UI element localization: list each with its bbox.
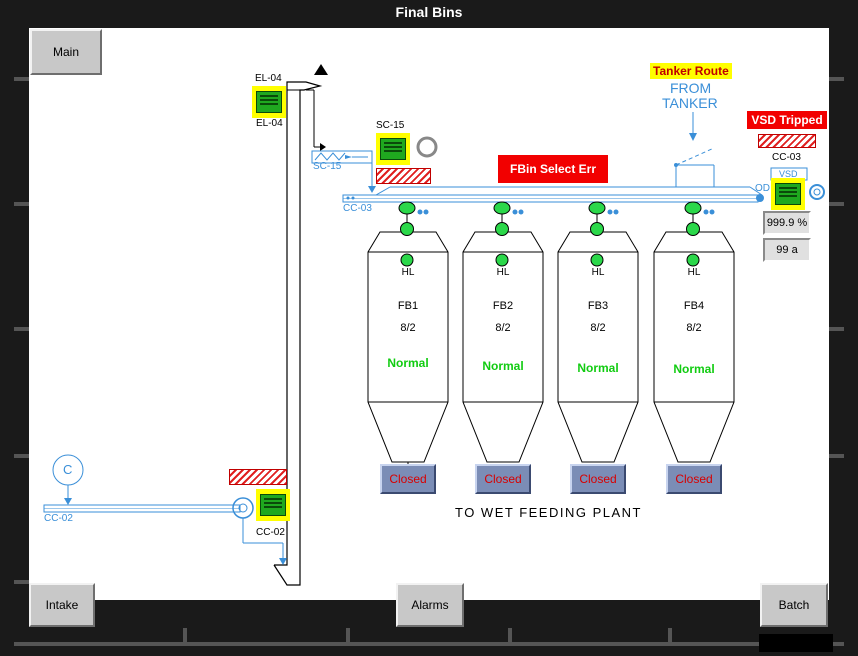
- c-symbol: C: [63, 462, 73, 477]
- bin-fb3-valve-button[interactable]: Closed: [570, 464, 626, 494]
- el04-label-bottom: EL-04: [256, 118, 283, 129]
- el04-label-top: EL-04: [255, 73, 282, 84]
- sc15-sensor-ring: [416, 136, 438, 158]
- bin-fb4-hl: HL: [687, 267, 701, 278]
- cc03-conveyor-label: CC-03: [343, 203, 372, 214]
- from-tanker-line2: TANKER: [662, 95, 718, 111]
- tanker-route-label: Tanker Route: [650, 63, 732, 79]
- intake-button[interactable]: Intake: [29, 583, 95, 627]
- bin-fb2-hl: HL: [496, 267, 510, 278]
- bin-fb2-id: FB2: [492, 300, 514, 312]
- cc02-drive-wheel: [232, 497, 254, 519]
- current-readout: 99 a: [763, 238, 811, 262]
- bin-fb2-status: Normal: [482, 359, 524, 373]
- fbin-select-error-alarm: FBin Select Err: [498, 155, 608, 183]
- bin-fb4-id: FB4: [683, 300, 705, 312]
- bin-fb3-level: 8/2: [590, 322, 606, 334]
- bin-fb3-hl: HL: [591, 267, 605, 278]
- batch-button[interactable]: Batch: [760, 583, 828, 627]
- bin-fb1-status: Normal: [387, 356, 429, 370]
- bin-fb4-valve-button[interactable]: Closed: [666, 464, 722, 494]
- bin-fb2-valve-button[interactable]: Closed: [475, 464, 531, 494]
- cc02-fault-hatch: [229, 469, 287, 485]
- bin-fb1-level: 8/2: [400, 322, 416, 334]
- cc03-motor-label: CC-03: [772, 152, 801, 163]
- sc15-fault-hatch: [376, 168, 431, 184]
- od-label: OD: [755, 183, 770, 194]
- speed-readout: 999.9 %: [763, 211, 811, 235]
- cc02-conveyor-label: CC-02: [44, 513, 73, 524]
- bin-fb3-id: FB3: [587, 300, 609, 312]
- motor-sc15[interactable]: [376, 133, 410, 165]
- bin-fb4-status: Normal: [673, 362, 715, 376]
- cc03-drive-pulley: [756, 194, 764, 202]
- motor-cc02[interactable]: [256, 489, 290, 521]
- destination-label: TO WET FEEDING PLANT: [455, 505, 642, 520]
- cc02-motor-label: CC-02: [256, 527, 285, 538]
- bin-fb3-status: Normal: [577, 361, 619, 375]
- sc15-label-top: SC-15: [376, 120, 405, 131]
- vsd-tripped-alarm: VSD Tripped: [747, 111, 827, 129]
- bin-fb1-hl: HL: [401, 267, 415, 278]
- sc15-conveyor-label: SC-15: [313, 161, 342, 172]
- bin-fb4-level: 8/2: [686, 322, 702, 334]
- cc03-sensor-ring: [809, 184, 825, 200]
- cc03-fault-hatch: [758, 134, 816, 148]
- from-tanker-line1: FROM: [670, 80, 712, 96]
- up-arrow-icon: [314, 64, 328, 75]
- bin-fb2-level: 8/2: [495, 322, 511, 334]
- alarms-button[interactable]: Alarms: [396, 583, 464, 627]
- bin-fb1-valve-button[interactable]: Closed: [380, 464, 436, 494]
- motor-el04[interactable]: [252, 86, 286, 118]
- bin-fb1-id: FB1: [397, 300, 419, 312]
- motor-cc03[interactable]: [771, 178, 805, 210]
- main-button[interactable]: Main: [30, 29, 102, 75]
